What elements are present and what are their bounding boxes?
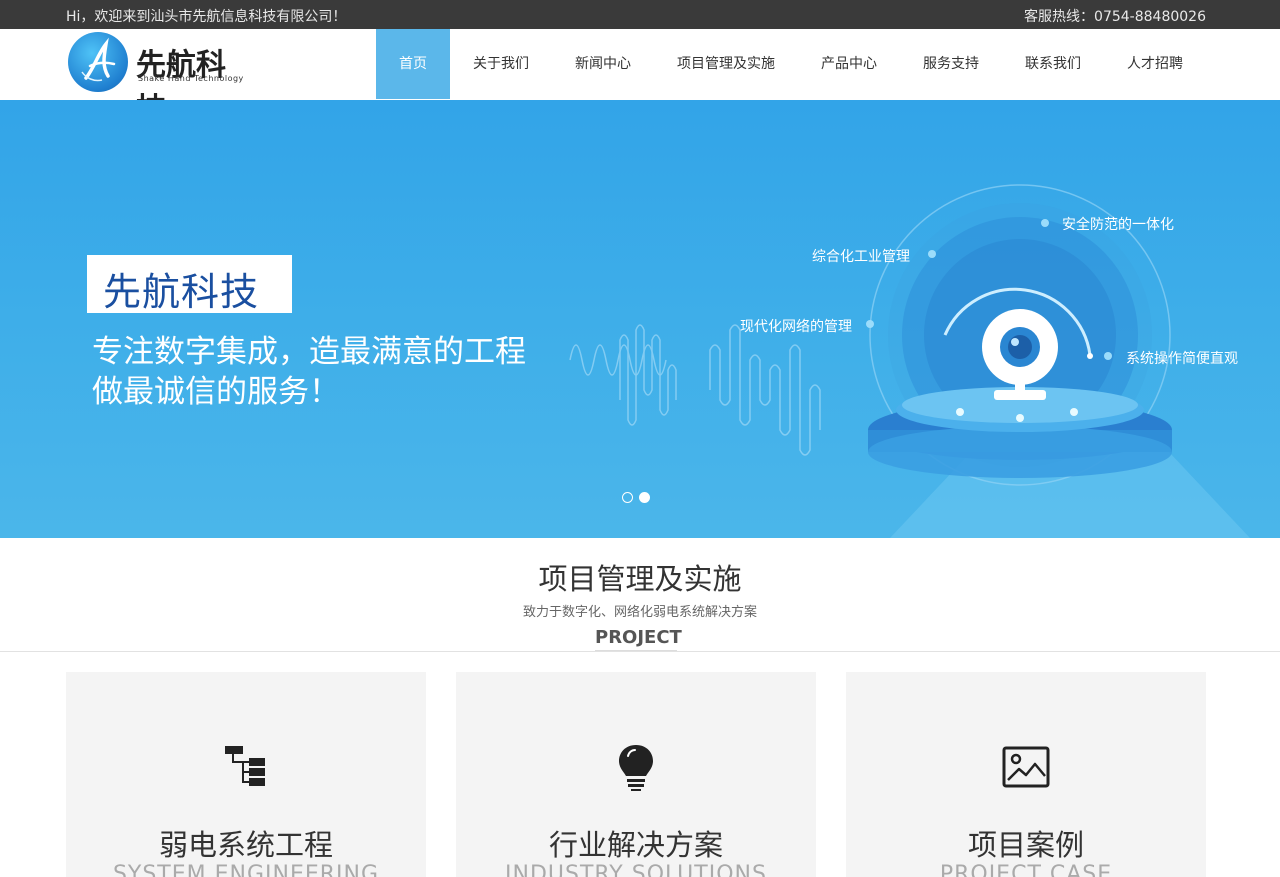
slider-dots bbox=[622, 492, 650, 503]
nav-item-contact[interactable]: 联系我们 bbox=[1002, 29, 1104, 100]
welcome-text: Hi，欢迎来到汕头市先航信息科技有限公司！ bbox=[66, 9, 347, 25]
feature-label-network: 现代化网络的管理 bbox=[740, 319, 852, 335]
logo-mark-icon bbox=[68, 32, 128, 92]
card-en-title: INDUSTRY SOLUTIONS bbox=[505, 862, 767, 877]
card-title: 弱电系统工程 bbox=[158, 828, 333, 862]
section-title: 项目管理及实施 bbox=[538, 562, 742, 596]
feature-label-security: 安全防范的一体化 bbox=[1062, 217, 1174, 233]
card-title: 行业解决方案 bbox=[548, 828, 723, 862]
banner-title-box: 先航科技 bbox=[87, 255, 292, 314]
banner-illustration bbox=[569, 184, 1250, 538]
card-en-title: PROJECT CASE bbox=[939, 862, 1113, 877]
card-project-case[interactable]: 项目案例 PROJECT CASE bbox=[846, 672, 1206, 877]
logo-text-en: Shake Hand Technology bbox=[138, 74, 244, 83]
sitemap-icon bbox=[225, 746, 265, 786]
nav-item-jobs[interactable]: 人才招聘 bbox=[1104, 29, 1206, 100]
main-nav: 首页 关于我们 新闻中心 项目管理及实施 产品中心 服务支持 联系我们 人才招聘 bbox=[376, 29, 1206, 100]
banner-slogan-line1: 专注数字集成，造最满意的工程 bbox=[92, 334, 526, 370]
card-en-title: SYSTEM ENGINEERING bbox=[112, 862, 380, 877]
section-divider bbox=[0, 651, 1280, 652]
card-system-engineering[interactable]: 弱电系统工程 SYSTEM ENGINEERING bbox=[66, 672, 426, 877]
logo[interactable]: 先航科技 Shake Hand Technology bbox=[68, 32, 248, 127]
nav-item-about[interactable]: 关于我们 bbox=[450, 29, 552, 100]
nav-item-service[interactable]: 服务支持 bbox=[900, 29, 1002, 100]
picture-icon bbox=[1002, 746, 1050, 788]
hotline-text: 客服热线：0754-88480026 bbox=[1024, 9, 1206, 25]
hero-banner[interactable]: 先航科技 专注数字集成，造最满意的工程 做最诚信的服务！ 安全防范的一体化 综合… bbox=[0, 100, 1280, 538]
nav-item-project[interactable]: 项目管理及实施 bbox=[654, 29, 798, 100]
banner-title: 先航科技 bbox=[103, 270, 260, 314]
banner-slogan-line2: 做最诚信的服务！ bbox=[92, 374, 340, 410]
slider-dot-1[interactable] bbox=[622, 492, 633, 503]
lightbulb-icon bbox=[619, 745, 653, 791]
feature-label-industrial: 综合化工业管理 bbox=[812, 249, 910, 265]
top-bar: Hi，欢迎来到汕头市先航信息科技有限公司！ 客服热线：0754-88480026 bbox=[0, 0, 1280, 29]
header: 先航科技 Shake Hand Technology 首页 关于我们 新闻中心 … bbox=[0, 29, 1280, 127]
feature-label-operation: 系统操作简便直观 bbox=[1126, 351, 1238, 367]
nav-item-home[interactable]: 首页 bbox=[376, 29, 450, 99]
section-en-label: PROJECT bbox=[595, 627, 682, 652]
card-title: 项目案例 bbox=[967, 828, 1084, 862]
section-subtitle: 致力于数字化、网络化弱电系统解决方案 bbox=[522, 605, 757, 620]
nav-item-news[interactable]: 新闻中心 bbox=[552, 29, 654, 100]
slider-dot-2[interactable] bbox=[639, 492, 650, 503]
nav-item-products[interactable]: 产品中心 bbox=[798, 29, 900, 100]
card-industry-solutions[interactable]: 行业解决方案 INDUSTRY SOLUTIONS bbox=[456, 672, 816, 877]
